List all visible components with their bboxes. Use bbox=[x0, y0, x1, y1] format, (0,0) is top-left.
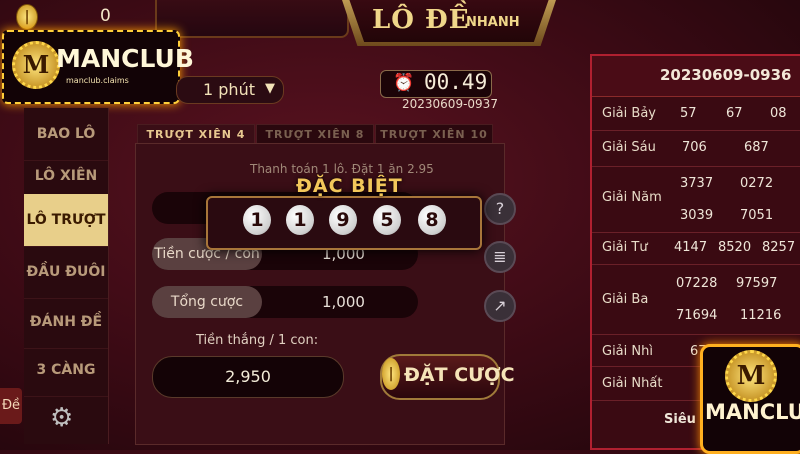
prize-label: Giải Sáu bbox=[602, 140, 656, 155]
results-round-id: 20230609-0936 bbox=[660, 66, 792, 84]
brand-logo-site: manclub.claims bbox=[66, 76, 129, 85]
special-prize-title: ĐẶC BIỆT bbox=[296, 175, 403, 197]
coin-balance-bar bbox=[155, 0, 349, 38]
game-title: LÔ ĐỀ bbox=[372, 5, 470, 35]
prize-label: Giải Tư bbox=[602, 240, 648, 255]
alarm-clock-icon: ⏰ bbox=[393, 73, 415, 93]
prize-value: 687 bbox=[744, 140, 769, 155]
prize-value: 67 bbox=[726, 106, 743, 121]
prize-value: 4147 bbox=[674, 240, 708, 255]
help-icon[interactable]: ? bbox=[484, 193, 516, 225]
prize-value: 0272 bbox=[740, 176, 774, 191]
prize-value: 57 bbox=[680, 106, 697, 121]
current-round-id: 20230609-0937 bbox=[402, 97, 498, 111]
result-ball: 1 bbox=[286, 205, 314, 235]
chart-icon[interactable]: ↗ bbox=[484, 290, 516, 322]
corner-brand-logo-icon: M bbox=[725, 350, 777, 402]
brand-logo-text: MANCLUB bbox=[56, 44, 194, 73]
special-prize-row-label: Siêu bbox=[664, 412, 696, 427]
total-value: 1,000 bbox=[322, 293, 365, 311]
coin-balance: 0 bbox=[100, 6, 111, 26]
prize-value: 97597 bbox=[736, 276, 778, 291]
chevron-down-icon: ▼ bbox=[265, 81, 275, 96]
side-tab-de[interactable]: Đề bbox=[0, 388, 22, 424]
gold-coin-icon: | bbox=[16, 4, 38, 30]
result-ball: 1 bbox=[243, 205, 271, 235]
payout-info: Thanh toán 1 lô. Đặt 1 ăn 2.95 bbox=[250, 162, 434, 176]
gear-icon[interactable]: ⚙ bbox=[50, 403, 73, 433]
corner-brand-logo-text: MANCLUB bbox=[705, 400, 800, 424]
divider bbox=[592, 264, 800, 265]
prize-value: 3039 bbox=[680, 208, 714, 223]
gold-coin-icon: | bbox=[382, 358, 400, 390]
prize-value: 3737 bbox=[680, 176, 714, 191]
prize-value: 71694 bbox=[676, 308, 718, 323]
divider bbox=[592, 232, 800, 233]
prize-value: 706 bbox=[682, 140, 707, 155]
divider bbox=[592, 130, 800, 131]
prize-value: 8520 bbox=[718, 240, 752, 255]
place-bet-label: ĐẶT CƯỢC bbox=[404, 364, 515, 386]
prize-value: 11216 bbox=[740, 308, 782, 323]
bet-type-sidebar: BAO LÔ LÔ XIÊN LÔ TRƯỢT ĐẦU ĐUÔI ĐÁNH ĐỀ… bbox=[24, 108, 109, 444]
prize-value: 8257 bbox=[762, 240, 796, 255]
win-value: 2,950 bbox=[152, 356, 344, 398]
prize-label: Giải Ba bbox=[602, 292, 649, 307]
total-row: Tổng cược 1,000 bbox=[152, 286, 418, 318]
game-subtitle: NHANH bbox=[466, 15, 520, 30]
tab-truot-xien-4[interactable]: TRƯỢT XIÊN 4 bbox=[137, 124, 255, 145]
result-ball: 5 bbox=[373, 205, 401, 235]
sidebar-item-dau-duoi[interactable]: ĐẦU ĐUÔI bbox=[24, 246, 108, 299]
brand-logo-icon: M bbox=[12, 41, 60, 89]
countdown-value: 00.49 bbox=[424, 70, 488, 94]
sidebar-item-lo-truot[interactable]: LÔ TRƯỢT bbox=[24, 194, 108, 247]
prize-value: 07228 bbox=[676, 276, 718, 291]
tab-truot-xien-8[interactable]: TRƯỢT XIÊN 8 bbox=[256, 124, 374, 145]
prize-label: Giải Bảy bbox=[602, 106, 656, 121]
prize-value: 08 bbox=[770, 106, 787, 121]
result-ball: 9 bbox=[329, 205, 357, 235]
total-label: Tổng cược bbox=[152, 286, 262, 318]
divider bbox=[592, 166, 800, 167]
tab-truot-xien-10[interactable]: TRƯỢT XIÊN 10 bbox=[375, 124, 493, 145]
prize-value: 7051 bbox=[740, 208, 774, 223]
sidebar-item-3-cang[interactable]: 3 CÀNG bbox=[24, 344, 108, 397]
divider bbox=[592, 334, 800, 335]
time-mode-dropdown[interactable]: 1 phút ▼ bbox=[176, 76, 284, 104]
prize-label: Giải Năm bbox=[602, 190, 662, 205]
prize-label: Giải Nhất bbox=[602, 376, 663, 391]
bet-history-icon[interactable]: ≣ bbox=[484, 241, 516, 273]
sidebar-item-danh-de[interactable]: ĐÁNH ĐỀ bbox=[24, 296, 108, 349]
time-mode-label: 1 phút bbox=[203, 80, 255, 99]
prize-label: Giải Nhì bbox=[602, 344, 653, 359]
result-ball: 8 bbox=[418, 205, 446, 235]
win-label: Tiền thắng / 1 con: bbox=[196, 333, 319, 348]
